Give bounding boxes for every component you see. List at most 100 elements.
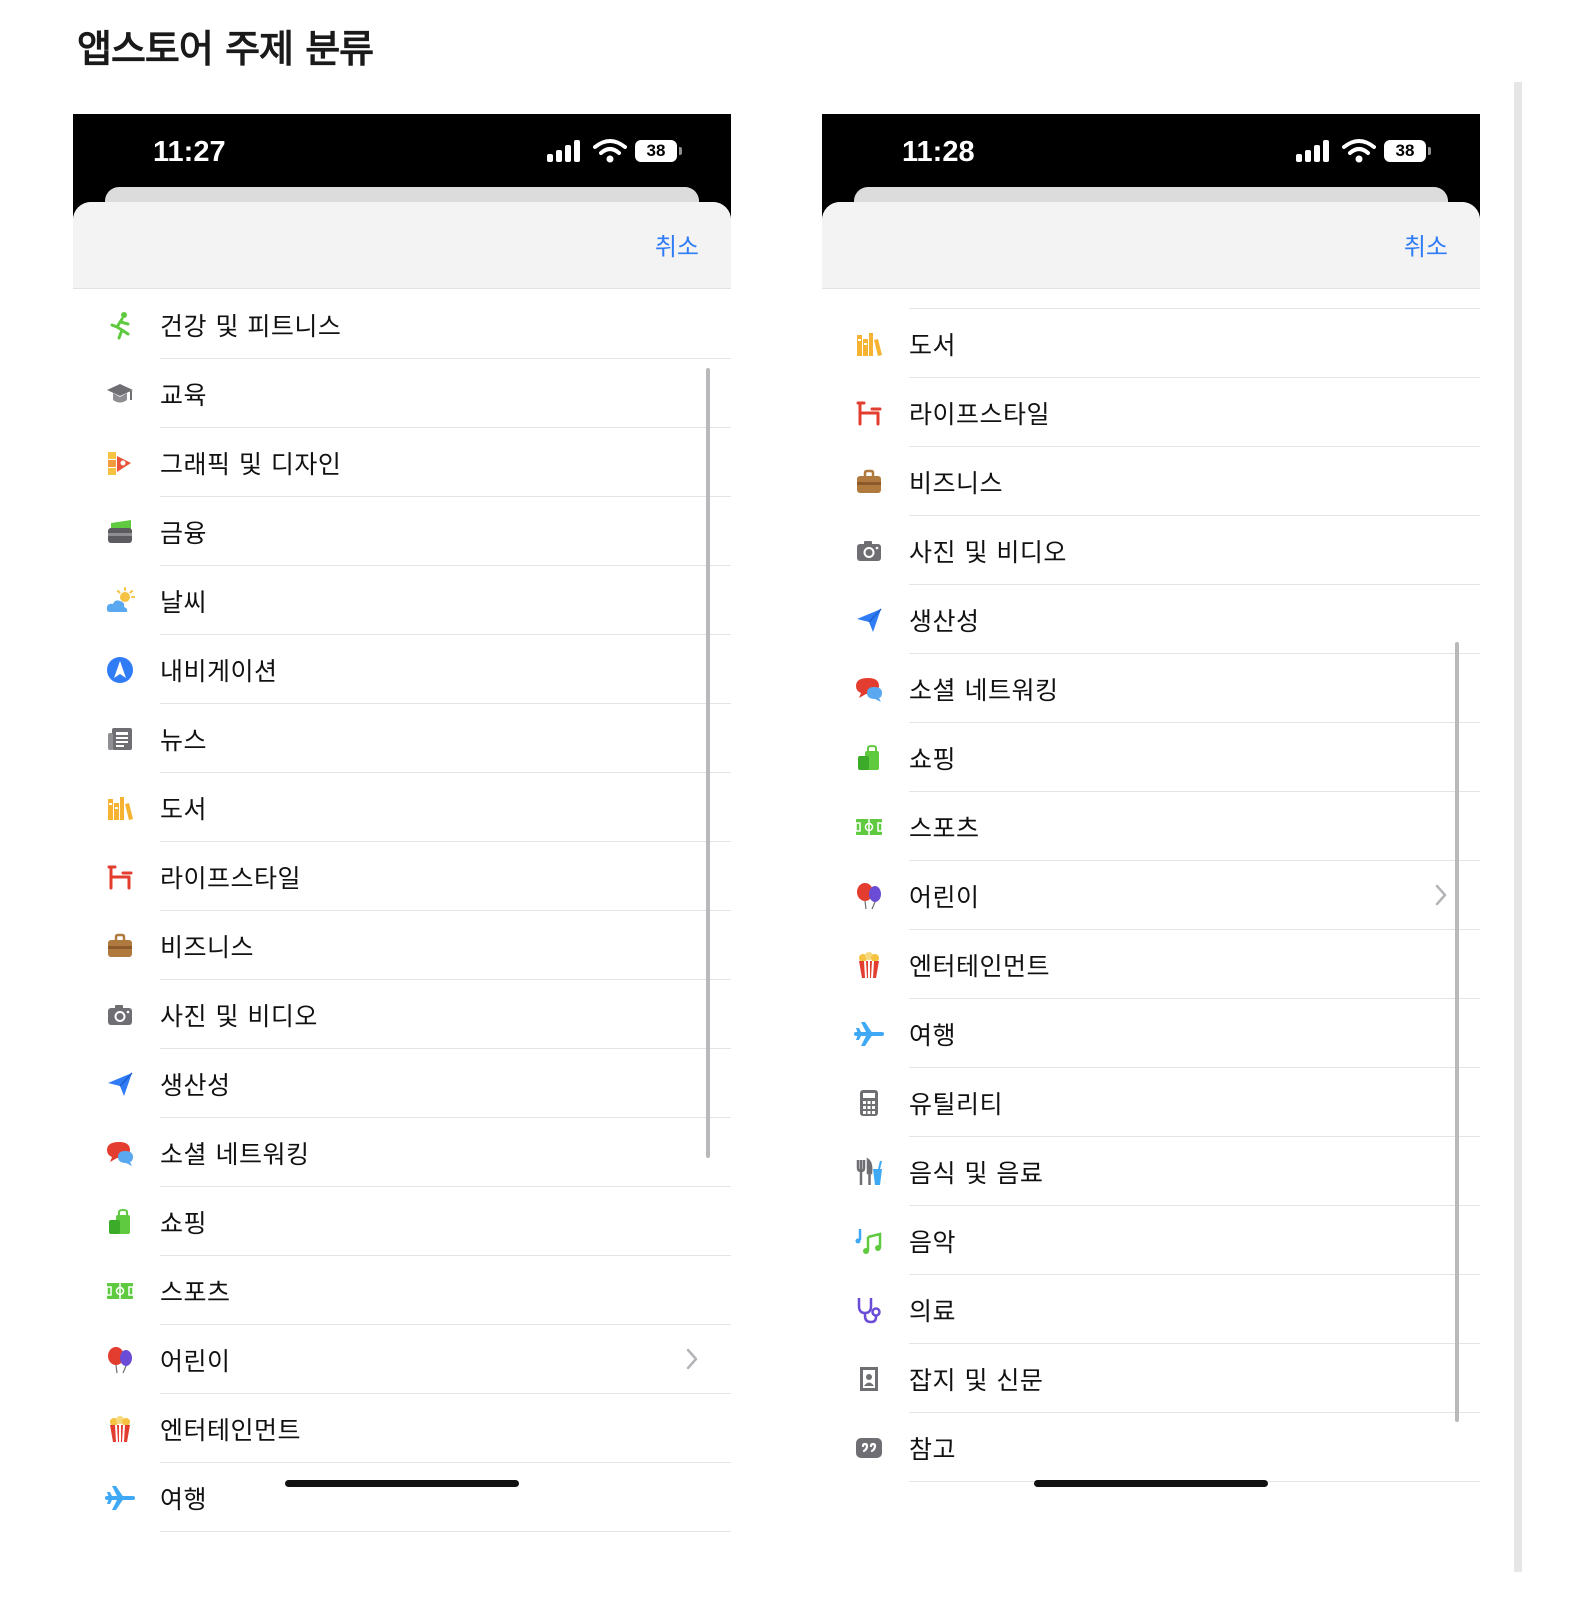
list-scrollbar[interactable]: [1455, 642, 1459, 1422]
category-item[interactable]: 쇼핑: [822, 723, 1480, 792]
category-item[interactable]: 어린이: [822, 861, 1480, 930]
category-item[interactable]: 건강 및 피트니스: [73, 290, 731, 359]
category-label: 쇼핑: [909, 744, 957, 774]
category-item[interactable]: 사진 및 비디오: [73, 980, 731, 1049]
home-indicator[interactable]: [1034, 1480, 1268, 1487]
category-label: 어린이: [160, 1346, 231, 1376]
category-label: 음식 및 음료: [909, 1158, 1044, 1188]
category-label: 건강 및 피트니스: [160, 311, 342, 341]
category-item[interactable]: 생산성: [73, 1049, 731, 1118]
category-sheet: 취소 건강 및 피트니스교육그래픽 및 디자인 금융 날씨내비게이션뉴스도서라이프스…: [73, 202, 731, 1544]
category-sheet: 취소 도서라이프스타일비즈니스사진 및 비디오생산성소셜 네트워킹쇼핑스포츠어린…: [822, 202, 1480, 1544]
page-title: 앱스토어 주제 분류: [77, 27, 374, 71]
category-item[interactable]: 어린이: [73, 1325, 731, 1394]
category-label: 유틸리티: [909, 1089, 1004, 1119]
cellular-signal-icon: [547, 140, 583, 162]
category-item[interactable]: 여행: [822, 999, 1480, 1068]
cellular-signal-icon: [1296, 140, 1332, 162]
wifi-icon: [1342, 139, 1376, 163]
category-label: 소셜 네트워킹: [909, 675, 1059, 705]
cancel-button[interactable]: 취소: [655, 227, 699, 262]
category-label: 생산성: [160, 1070, 231, 1100]
category-label: 소셜 네트워킹: [160, 1139, 310, 1169]
category-label: 쇼핑: [160, 1208, 208, 1238]
category-label: 음악: [909, 1227, 957, 1257]
chair-icon: [103, 860, 137, 894]
calculator-icon: [852, 1086, 886, 1120]
phone-screenshot-left: 11:27 38 취소 건강 및 피트니스 교육 그래픽 및 디자인 금융 날씨 내비게이…: [73, 114, 731, 1544]
category-label: 교육: [160, 380, 208, 410]
balloons-icon: [103, 1343, 137, 1377]
category-item[interactable]: 라이프스타일: [822, 378, 1480, 447]
category-label: 비즈니스: [909, 468, 1004, 498]
paper-plane-icon: [852, 603, 886, 637]
graduation-cap-icon: [103, 377, 137, 411]
category-list[interactable]: 도서라이프스타일비즈니스사진 및 비디오생산성소셜 네트워킹쇼핑스포츠어린이엔터…: [822, 309, 1480, 1482]
sun-cloud-icon: [103, 584, 137, 618]
chevron-right-icon: [1435, 884, 1447, 906]
category-label: 여행: [909, 1020, 957, 1050]
category-item[interactable]: 음식 및 음료: [822, 1137, 1480, 1206]
category-item[interactable]: 교육: [73, 359, 731, 428]
category-item[interactable]: 의료: [822, 1275, 1480, 1344]
running-figure-icon: [103, 308, 137, 342]
category-item[interactable]: 잡지 및 신문: [822, 1344, 1480, 1413]
sports-field-icon: [852, 810, 886, 844]
chevron-right-icon: [686, 1348, 698, 1370]
camera-icon: [852, 534, 886, 568]
paper-plane-icon: [103, 1067, 137, 1101]
briefcase-icon: [852, 465, 886, 499]
category-list[interactable]: 건강 및 피트니스교육그래픽 및 디자인 금융 날씨내비게이션뉴스도서라이프스타일비…: [73, 290, 731, 1532]
category-item[interactable]: 도서: [822, 309, 1480, 378]
category-item[interactable]: 스포츠: [73, 1256, 731, 1325]
category-item[interactable]: 사진 및 비디오: [822, 516, 1480, 585]
category-label: 참고: [909, 1434, 957, 1464]
category-label: 스포츠: [160, 1277, 231, 1307]
category-item[interactable]: 그래픽 및 디자인: [73, 428, 731, 497]
category-item[interactable]: 비즈니스: [73, 911, 731, 980]
sheet-header: 취소: [822, 202, 1480, 289]
magazine-icon: [852, 1362, 886, 1396]
category-label: 생산성: [909, 606, 980, 636]
list-scrollbar[interactable]: [706, 368, 710, 1158]
category-item[interactable]: 도서: [73, 773, 731, 842]
category-item[interactable]: 쇼핑: [73, 1187, 731, 1256]
category-label: 도서: [909, 330, 957, 360]
chat-bubbles-icon: [103, 1136, 137, 1170]
category-label: 어린이: [909, 882, 980, 912]
category-item[interactable]: 비즈니스: [822, 447, 1480, 516]
shopping-bags-icon: [103, 1205, 137, 1239]
battery-icon: 38: [1384, 140, 1431, 162]
category-item[interactable]: 내비게이션: [73, 635, 731, 704]
category-item[interactable]: 엔터테인먼트: [73, 1394, 731, 1463]
category-label: 비즈니스: [160, 932, 255, 962]
category-item[interactable]: 금융: [73, 497, 731, 566]
music-notes-icon: [852, 1224, 886, 1258]
category-item[interactable]: 여행: [73, 1463, 731, 1532]
phone-screenshot-right: 11:28 38 취소 도서 라이프스타일 비즈니스 사진 및 비디오 생산성 소셜 네트…: [822, 114, 1480, 1544]
category-label: 의료: [909, 1296, 957, 1326]
category-label: 엔터테인먼트: [160, 1415, 302, 1445]
category-item[interactable]: 소셜 네트워킹: [822, 654, 1480, 723]
category-item[interactable]: 뉴스: [73, 704, 731, 773]
status-time: 11:27: [153, 136, 226, 168]
home-indicator[interactable]: [285, 1480, 519, 1487]
fork-knife-icon: [852, 1155, 886, 1189]
category-item[interactable]: 라이프스타일: [73, 842, 731, 911]
category-item[interactable]: 생산성: [822, 585, 1480, 654]
cancel-button[interactable]: 취소: [1404, 227, 1448, 262]
chat-bubbles-icon: [852, 672, 886, 706]
category-item[interactable]: 음악: [822, 1206, 1480, 1275]
page-scrollbar[interactable]: [1514, 82, 1522, 1572]
category-item[interactable]: 스포츠: [822, 792, 1480, 861]
category-label: 도서: [160, 794, 208, 824]
category-label: 내비게이션: [160, 656, 278, 686]
category-label: 사진 및 비디오: [160, 1001, 318, 1031]
books-icon: [852, 327, 886, 361]
airplane-icon: [103, 1481, 137, 1515]
category-item[interactable]: 소셜 네트워킹: [73, 1118, 731, 1187]
category-item[interactable]: 엔터테인먼트: [822, 930, 1480, 999]
category-item[interactable]: 날씨: [73, 566, 731, 635]
category-item[interactable]: 유틸리티: [822, 1068, 1480, 1137]
category-item[interactable]: 참고: [822, 1413, 1480, 1482]
